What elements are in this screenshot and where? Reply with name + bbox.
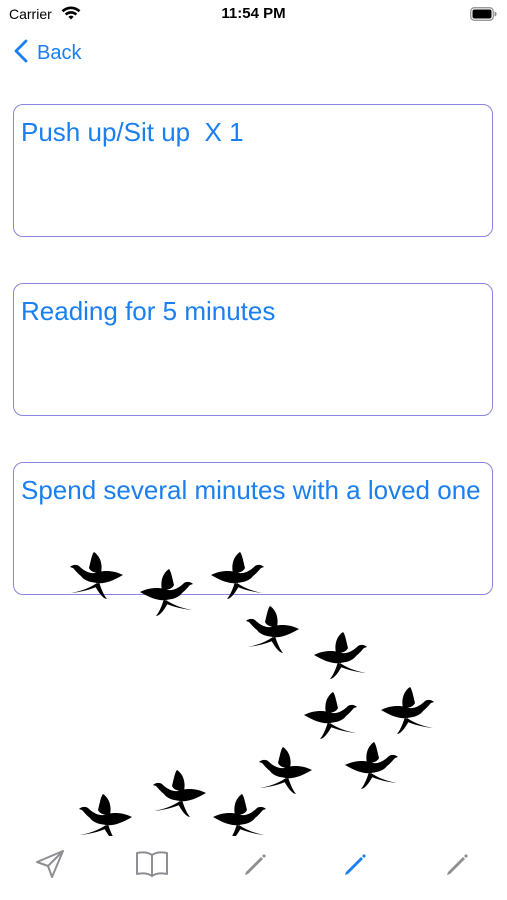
back-label: Back [37, 41, 82, 64]
bird-4 [246, 606, 299, 653]
bird-8 [259, 747, 312, 794]
paper-plane-icon [33, 847, 67, 886]
task-text: Reading for 5 minutes [21, 296, 276, 326]
task-text: Push up/Sit up X 1 [21, 117, 244, 147]
bird-11 [213, 794, 266, 841]
tab-pencil-1[interactable] [234, 846, 274, 886]
clock-time: 11:54 PM [221, 5, 286, 22]
back-button[interactable]: Back [14, 38, 81, 68]
pencil-icon [339, 849, 369, 884]
bird-12 [79, 794, 132, 841]
task-text: Spend several minutes with a loved one [21, 475, 481, 505]
bird-6 [304, 692, 357, 739]
task-card[interactable]: Push up/Sit up X 1 [13, 104, 493, 237]
tab-send[interactable] [30, 846, 70, 886]
battery-icon [470, 7, 497, 21]
pencil-icon [239, 849, 269, 884]
book-icon [134, 849, 170, 884]
chevron-left-icon [14, 39, 28, 68]
bird-5 [314, 632, 367, 679]
tab-pencil-3[interactable] [436, 846, 476, 886]
bird-7 [381, 687, 434, 734]
tab-pencil-2[interactable] [334, 846, 374, 886]
tab-book[interactable] [132, 846, 172, 886]
tab-bar [0, 836, 507, 900]
task-card[interactable]: Reading for 5 minutes [13, 283, 493, 416]
pencil-icon [441, 849, 471, 884]
status-bar: Carrier 11:54 PM [0, 0, 507, 30]
task-card[interactable]: Spend several minutes with a loved one [13, 462, 493, 595]
bird-9 [345, 742, 398, 789]
bird-10 [153, 770, 206, 817]
